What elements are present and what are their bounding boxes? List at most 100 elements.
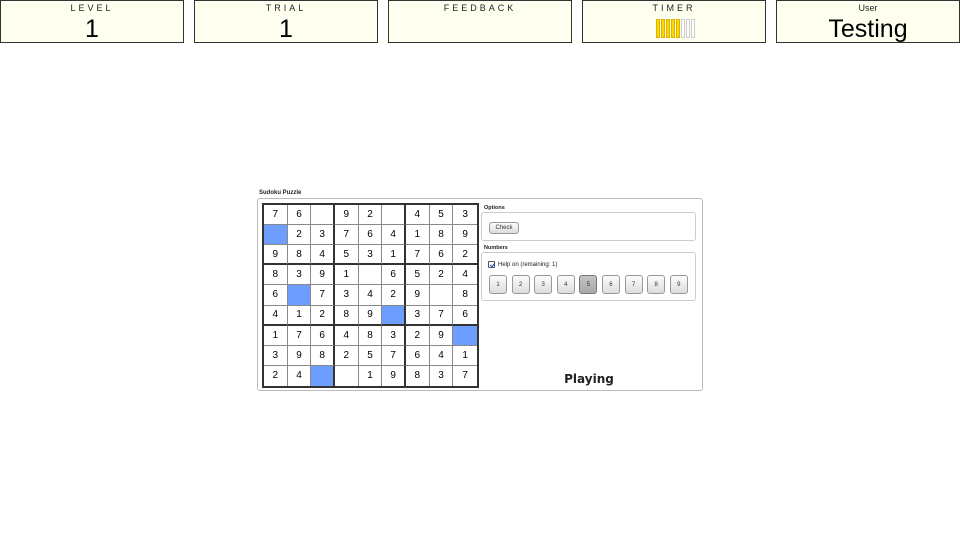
sudoku-cell[interactable] (453, 325, 477, 346)
sudoku-cell[interactable]: 7 (334, 225, 359, 246)
sudoku-cell[interactable]: 8 (264, 265, 288, 286)
sudoku-cell[interactable]: 1 (334, 265, 359, 286)
sudoku-cell[interactable]: 7 (311, 285, 335, 306)
sudoku-cell[interactable]: 4 (288, 365, 312, 386)
sudoku-cell[interactable]: 4 (453, 265, 477, 286)
sudoku-cell[interactable]: 8 (311, 345, 335, 366)
level-panel: LEVEL 1 (0, 0, 184, 43)
number-button-5[interactable]: 5 (579, 275, 598, 294)
status-bar: LEVEL 1 TRIAL 1 FEEDBACK TIMER User Test… (0, 0, 960, 46)
sudoku-cell[interactable]: 8 (453, 285, 477, 306)
sudoku-cell[interactable]: 5 (429, 205, 454, 226)
sudoku-cell[interactable]: 2 (358, 205, 383, 226)
sudoku-cell[interactable]: 2 (311, 305, 335, 326)
number-button-9[interactable]: 9 (669, 275, 688, 294)
sudoku-cell[interactable]: 9 (264, 245, 288, 266)
sudoku-grid: 7692453237641899845317628391652467342984… (262, 203, 479, 388)
sudoku-cell[interactable]: 5 (358, 345, 383, 366)
sudoku-cell[interactable]: 5 (334, 245, 359, 266)
sudoku-cell[interactable]: 4 (264, 305, 288, 326)
sudoku-cell[interactable]: 3 (453, 205, 477, 226)
sudoku-cell[interactable]: 2 (287, 225, 312, 246)
sudoku-cell[interactable] (429, 285, 454, 306)
sudoku-cell[interactable] (311, 205, 335, 226)
sudoku-cell[interactable]: 6 (287, 205, 312, 226)
sudoku-cell[interactable]: 1 (287, 305, 312, 326)
sudoku-cell[interactable] (382, 205, 406, 226)
sudoku-cell[interactable]: 8 (358, 325, 383, 346)
help-checkbox[interactable] (488, 261, 495, 268)
sudoku-cell[interactable]: 3 (264, 345, 288, 366)
sudoku-cell[interactable]: 9 (429, 325, 454, 346)
sudoku-cell[interactable]: 1 (382, 245, 406, 266)
sudoku-cell[interactable]: 9 (358, 305, 383, 326)
sudoku-cell[interactable]: 2 (334, 345, 359, 366)
sudoku-cell[interactable]: 3 (405, 305, 430, 326)
sudoku-cell[interactable]: 4 (382, 225, 406, 246)
help-toggle[interactable]: Help on (remaining: 1) (488, 261, 557, 268)
check-button[interactable]: Check (489, 222, 519, 234)
sudoku-cell[interactable]: 7 (453, 366, 477, 386)
sudoku-cell[interactable]: 4 (429, 345, 454, 366)
sudoku-cell[interactable] (287, 285, 312, 306)
sudoku-cell[interactable]: 2 (453, 245, 477, 266)
sudoku-cell[interactable]: 2 (382, 285, 406, 306)
sudoku-cell[interactable] (311, 365, 335, 386)
sudoku-cell[interactable]: 3 (287, 265, 312, 286)
sudoku-cell[interactable]: 2 (405, 325, 430, 346)
sudoku-cell[interactable]: 9 (334, 205, 359, 226)
sudoku-cell[interactable] (358, 265, 383, 286)
number-button-6[interactable]: 6 (601, 275, 620, 294)
number-buttons: 123456789 (489, 275, 692, 294)
sudoku-cell[interactable]: 3 (382, 325, 406, 346)
sudoku-cell[interactable]: 9 (287, 345, 312, 366)
sudoku-cell[interactable]: 1 (359, 365, 383, 386)
sudoku-cell[interactable]: 1 (264, 325, 288, 346)
sudoku-cell[interactable]: 7 (429, 305, 454, 326)
sudoku-cell[interactable]: 8 (334, 305, 359, 326)
sudoku-cell[interactable]: 4 (334, 325, 359, 346)
sudoku-cell[interactable]: 9 (405, 285, 430, 306)
sudoku-cell[interactable]: 5 (405, 265, 430, 286)
sudoku-cell[interactable]: 6 (264, 285, 288, 306)
number-button-2[interactable]: 2 (511, 275, 530, 294)
sudoku-cell[interactable]: 6 (453, 306, 477, 326)
sudoku-cell[interactable]: 6 (382, 265, 406, 286)
sudoku-cell[interactable]: 8 (429, 225, 454, 246)
sudoku-cell[interactable]: 2 (429, 265, 454, 286)
sudoku-cell[interactable] (335, 365, 359, 386)
level-value: 1 (85, 15, 99, 43)
sudoku-cell[interactable]: 1 (405, 225, 430, 246)
sudoku-cell[interactable]: 3 (358, 245, 383, 266)
sudoku-cell[interactable]: 9 (311, 265, 335, 286)
number-button-1[interactable]: 1 (489, 275, 507, 294)
sudoku-cell[interactable]: 4 (311, 245, 335, 266)
sudoku-cell[interactable]: 4 (405, 205, 430, 226)
sudoku-cell[interactable]: 1 (453, 346, 477, 366)
sudoku-cell[interactable]: 9 (382, 365, 406, 386)
sudoku-cell[interactable]: 7 (287, 325, 312, 346)
number-button-3[interactable]: 3 (534, 275, 553, 294)
number-button-4[interactable]: 4 (556, 275, 575, 294)
sudoku-cell[interactable]: 8 (406, 365, 430, 386)
sudoku-cell[interactable]: 2 (264, 365, 288, 386)
sudoku-cell[interactable] (264, 225, 288, 246)
sudoku-cell[interactable]: 4 (358, 285, 383, 306)
sudoku-cell[interactable]: 3 (311, 225, 335, 246)
sudoku-cell[interactable]: 3 (430, 365, 454, 386)
sudoku-cell[interactable] (382, 305, 406, 326)
sudoku-cell[interactable]: 7 (405, 245, 430, 266)
sudoku-cell[interactable]: 8 (287, 245, 312, 266)
sudoku-cell[interactable]: 7 (264, 205, 288, 226)
sudoku-cell[interactable]: 7 (382, 345, 406, 366)
number-button-7[interactable]: 7 (624, 275, 643, 294)
trial-value: 1 (279, 15, 293, 43)
sudoku-cell[interactable]: 6 (405, 345, 430, 366)
feedback-title: FEEDBACK (443, 3, 517, 13)
sudoku-cell[interactable]: 6 (429, 245, 454, 266)
number-button-8[interactable]: 8 (647, 275, 666, 294)
sudoku-cell[interactable]: 3 (334, 285, 359, 306)
sudoku-cell[interactable]: 6 (358, 225, 383, 246)
sudoku-cell[interactable]: 9 (453, 225, 477, 246)
sudoku-cell[interactable]: 6 (311, 325, 335, 346)
